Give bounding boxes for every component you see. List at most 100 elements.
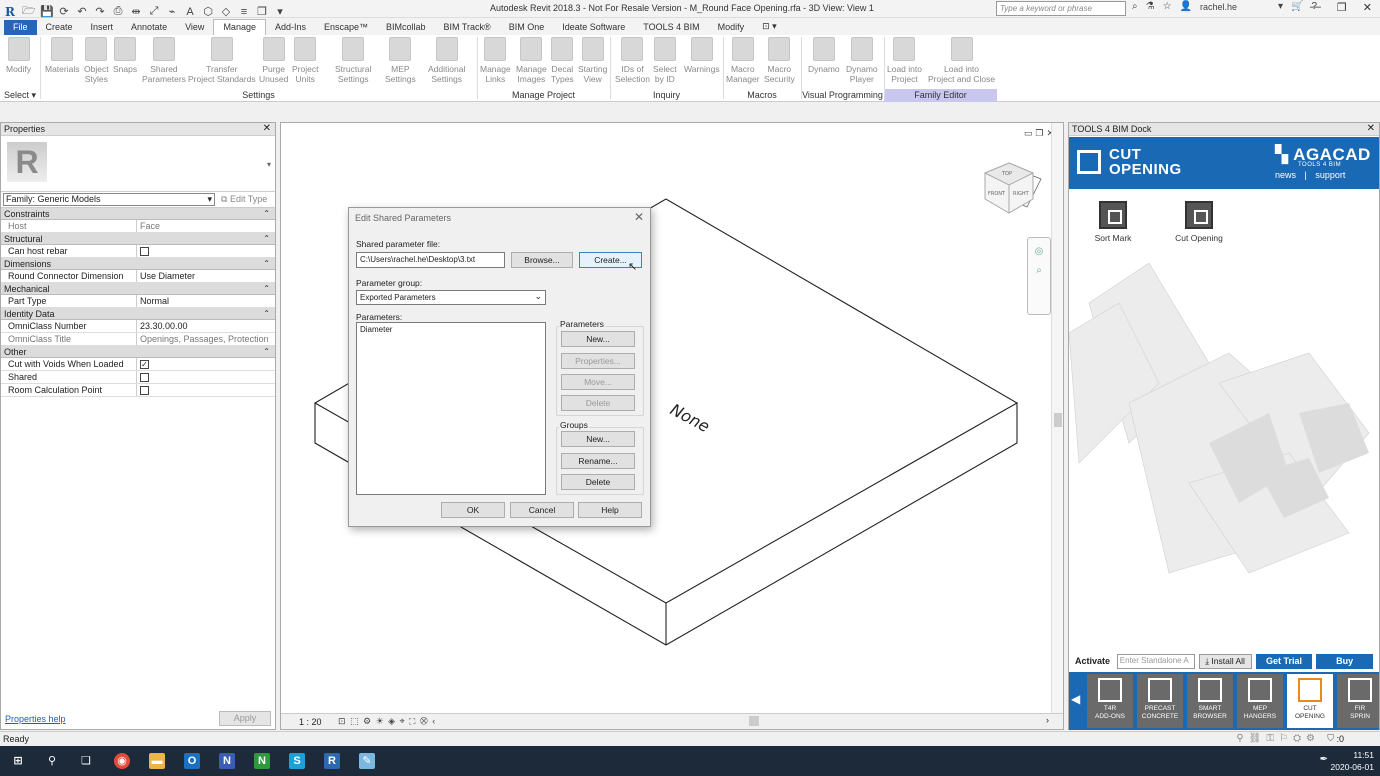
collapse-icon[interactable]: ⌃ bbox=[263, 258, 270, 270]
section-mechanical[interactable]: Mechanical ⌃ bbox=[1, 283, 275, 295]
favorites-icon[interactable]: ☆ bbox=[1163, 1, 1172, 12]
ribbon-dynamo-player-button[interactable]: Dynamo Player bbox=[846, 37, 878, 84]
collapse-icon[interactable]: ⌃ bbox=[263, 346, 270, 358]
viewcube-front[interactable]: FRONT bbox=[988, 191, 1006, 197]
properties-help-link[interactable]: Properties help bbox=[5, 714, 66, 724]
collapse-icon[interactable]: ⌃ bbox=[263, 308, 270, 320]
section-dimensions[interactable]: Dimensions ⌃ bbox=[1, 258, 275, 270]
ribbon-structural-settings-button[interactable]: Structural Settings bbox=[335, 37, 371, 84]
collapse-icon[interactable]: ⌃ bbox=[263, 208, 270, 220]
parameter-properties-button[interactable]: Properties... bbox=[561, 353, 635, 369]
windows-start-icon[interactable]: ⊞ bbox=[10, 753, 26, 769]
checkbox-checked[interactable]: ✓ bbox=[140, 360, 149, 369]
edit-type-button[interactable]: ⧉ Edit Type bbox=[221, 194, 267, 205]
ribbon-ids-of-selection-button[interactable]: IDs of Selection bbox=[615, 37, 650, 84]
tab-bim-track-[interactable]: BIM Track® bbox=[435, 20, 500, 35]
property-value[interactable]: Normal bbox=[137, 295, 275, 307]
ribbon-manage-images-button[interactable]: Manage Images bbox=[516, 37, 547, 84]
close-icon[interactable]: ✕ bbox=[634, 210, 644, 224]
section-icon[interactable]: ◇ bbox=[220, 5, 232, 18]
checkbox-unchecked[interactable] bbox=[140, 373, 149, 382]
cut-opening-tool[interactable]: Cut Opening bbox=[1173, 201, 1225, 243]
view-control-icons[interactable]: ⊡ ⬚ ⚙ ☀ ◈ ⌖ ⛶ ⛒ ‹ bbox=[338, 716, 436, 727]
parameter-group-dropdown[interactable]: Exported Parameters ⌄ bbox=[356, 290, 546, 305]
viewcube-right[interactable]: RIGHT bbox=[1013, 191, 1030, 197]
strip-smart-browser[interactable]: SMART BROWSER bbox=[1187, 674, 1233, 728]
user-name[interactable]: rachel.he bbox=[1200, 2, 1270, 12]
vertical-scrollbar[interactable] bbox=[1051, 123, 1063, 713]
revit-taskbar-icon[interactable]: R bbox=[324, 753, 340, 769]
print-icon[interactable]: ⎙ bbox=[112, 5, 124, 18]
close-icon[interactable]: ✕ bbox=[263, 123, 271, 134]
sort-mark-tool[interactable]: Sort Mark bbox=[1093, 201, 1133, 243]
browse-button[interactable]: Browse... bbox=[511, 252, 573, 268]
thin-lines-icon[interactable]: ≡ bbox=[238, 6, 250, 18]
ribbon-transfer-project-standards-button[interactable]: Transfer Project Standards bbox=[188, 37, 256, 84]
section-constraints[interactable]: Constraints ⌃ bbox=[1, 208, 275, 220]
checkbox-unchecked[interactable] bbox=[140, 247, 149, 256]
move-parameter-button[interactable]: Move... bbox=[561, 374, 635, 390]
text-icon[interactable]: A bbox=[184, 6, 196, 18]
subscription-icon[interactable]: ⚗ bbox=[1146, 1, 1155, 12]
horizontal-scrollbar-thumb[interactable] bbox=[749, 716, 759, 726]
ribbon-snaps-button[interactable]: Snaps bbox=[113, 37, 137, 74]
view-scale[interactable]: 1 : 20 bbox=[299, 717, 322, 727]
ribbon-mep-settings-button[interactable]: MEP Settings bbox=[385, 37, 416, 84]
viewcube-top[interactable]: TOP bbox=[1001, 171, 1012, 177]
search-icon[interactable]: ⚲ bbox=[44, 753, 60, 769]
filter-icon[interactable]: ⛉ bbox=[1327, 733, 1334, 744]
scrollbar-thumb[interactable] bbox=[1054, 413, 1062, 427]
new-group-button[interactable]: New... bbox=[561, 431, 635, 447]
rename-group-button[interactable]: Rename... bbox=[561, 453, 635, 469]
section-identity-data[interactable]: Identity Data ⌃ bbox=[1, 308, 275, 320]
cancel-button[interactable]: Cancel bbox=[510, 502, 574, 518]
tab-bim-one[interactable]: BIM One bbox=[500, 20, 554, 35]
dimension-icon[interactable]: ⤢ bbox=[148, 5, 160, 18]
ok-button[interactable]: OK bbox=[441, 502, 505, 518]
zoom-icon[interactable]: ⌕ bbox=[1028, 265, 1050, 276]
strip-t4r-add-ons[interactable]: T4R ADD-ONS bbox=[1087, 674, 1133, 728]
tab-view[interactable]: View bbox=[176, 20, 213, 35]
chevron-down-icon[interactable]: ▾ bbox=[267, 160, 271, 169]
tab-ideate-software[interactable]: Ideate Software bbox=[553, 20, 634, 35]
strip-precast-concrete[interactable]: PRECAST CONCRETE bbox=[1137, 674, 1183, 728]
minimize-icon[interactable]: — bbox=[1310, 1, 1321, 14]
skype-icon[interactable]: S bbox=[289, 753, 305, 769]
onenote-icon[interactable]: N bbox=[219, 753, 235, 769]
tab-add-ins[interactable]: Add-Ins bbox=[266, 20, 315, 35]
property-value[interactable]: 23.30.00.00 bbox=[137, 320, 275, 332]
viewcube[interactable]: TOP FRONT RIGHT bbox=[983, 162, 1035, 214]
3d-view-icon[interactable]: ⬡ bbox=[202, 5, 214, 18]
tab-create[interactable]: Create bbox=[37, 20, 82, 35]
save-icon[interactable]: 💾 bbox=[40, 5, 54, 18]
ribbon-dynamo-button[interactable]: Dynamo bbox=[808, 37, 840, 74]
help-button[interactable]: Help bbox=[578, 502, 642, 518]
measure-icon[interactable]: ⇹ bbox=[130, 5, 142, 18]
navigation-bar[interactable]: ◎ ⌕ bbox=[1027, 237, 1051, 315]
tab-tools-4-bim[interactable]: TOOLS 4 BIM bbox=[634, 20, 708, 35]
user-icon[interactable]: 👤 bbox=[1180, 1, 1192, 12]
collapse-icon[interactable]: ⌃ bbox=[263, 233, 270, 245]
delete-group-button[interactable]: Delete bbox=[561, 474, 635, 490]
section-other[interactable]: Other ⌃ bbox=[1, 346, 275, 358]
tab-file[interactable]: File bbox=[4, 20, 37, 35]
tab-insert[interactable]: Insert bbox=[82, 20, 123, 35]
restore-icon[interactable]: ❐ bbox=[1337, 1, 1347, 14]
cart-icon[interactable]: 🛒 bbox=[1291, 1, 1303, 12]
ribbon-decal-types-button[interactable]: Decal Types bbox=[551, 37, 574, 84]
ribbon-materials-button[interactable]: Materials bbox=[45, 37, 79, 74]
strip-left-arrow-icon[interactable]: ◀ bbox=[1071, 692, 1080, 706]
outlook-icon[interactable]: O bbox=[184, 753, 200, 769]
property-value[interactable]: Openings, Passages, Protection bbox=[137, 333, 275, 345]
family-dropdown[interactable]: Family: Generic Models bbox=[3, 193, 215, 206]
property-value[interactable]: Face bbox=[137, 220, 275, 232]
file-explorer-icon[interactable]: ▬ bbox=[149, 753, 165, 769]
tab-manage[interactable]: Manage bbox=[213, 19, 266, 35]
get-trial-button[interactable]: Get Trial bbox=[1255, 653, 1313, 669]
notepad-icon[interactable]: ✎ bbox=[359, 753, 375, 769]
ribbon-modify-button[interactable]: Modify bbox=[6, 37, 31, 74]
status-icons[interactable]: ⚲⛓⚿⚐⛭⚙ bbox=[1236, 733, 1320, 744]
ribbon-purge-unused-button[interactable]: Purge Unused bbox=[259, 37, 288, 84]
strip-fir-sprin[interactable]: FIR SPRIN bbox=[1337, 674, 1379, 728]
undo-icon[interactable]: ↶ bbox=[76, 5, 88, 18]
